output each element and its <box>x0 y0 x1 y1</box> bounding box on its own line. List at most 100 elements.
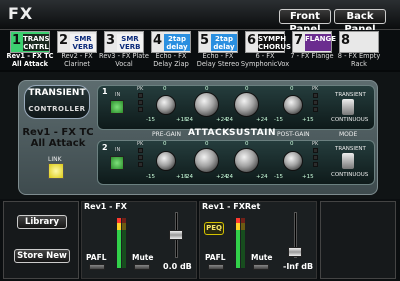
tick-label: +15 <box>302 117 314 123</box>
slot-icon: 5 2tap delay <box>198 31 238 53</box>
channel-2-pk-label: PK <box>137 141 144 147</box>
rack-slot-4[interactable]: 4 2tap delay Echo - FX Delay Ziap <box>149 31 193 69</box>
fx-return-pafl-label: PAFL <box>205 253 226 262</box>
channel-1-led <box>138 100 143 105</box>
channel-2-in-label: IN <box>115 147 121 153</box>
rack-slot-2[interactable]: 2 SMR VERB Rev2 - FX Clarinet <box>55 31 99 69</box>
mode-transient-label: TRANSIENT <box>335 146 366 152</box>
peq-button[interactable]: PEQ <box>204 222 224 235</box>
tick-label: -24 <box>224 174 233 180</box>
channel-2-out-led <box>313 155 318 160</box>
fx-send-mute-label: Mute <box>132 253 154 262</box>
library-button[interactable]: Library <box>17 215 67 229</box>
fx-send-meter <box>122 218 126 268</box>
rack-slot-7[interactable]: 7 FLANGE 7 - FX Flange <box>290 31 336 69</box>
slot-icon: 4 2tap delay <box>151 31 191 53</box>
channel-2-pk-led <box>138 148 143 153</box>
fx-send-meter <box>117 218 121 268</box>
slot-label: 8 - FX Empty Rack <box>337 52 381 68</box>
channel-2-out-led <box>313 162 318 167</box>
tick-label: -15 <box>146 174 155 180</box>
fx-send-mute-button[interactable] <box>134 264 150 270</box>
channel-2-mode-switch[interactable] <box>342 153 354 169</box>
fx-return-mute-button[interactable] <box>253 264 269 270</box>
slot-icon: 3 SMR VERB <box>104 31 144 53</box>
channel-2-out-led <box>313 148 318 153</box>
slot-icon: 7 FLANGE <box>292 31 336 53</box>
tick-label: +24 <box>256 117 268 123</box>
channel-1-sustain-knob[interactable] <box>234 92 259 117</box>
library-panel <box>3 201 79 279</box>
pre-gain-label: PRE-GAIN <box>152 131 181 138</box>
store-new-button[interactable]: Store New <box>14 249 70 263</box>
rack-slot-3[interactable]: 3 SMR VERB Rev3 - FX Plate Vocal <box>99 31 149 69</box>
channel-2-post-gain-knob[interactable] <box>283 151 303 171</box>
rack-slot-5[interactable]: 5 2tap delay Echo - FX Delay Stereo <box>196 31 240 69</box>
tick-label: 0 <box>290 86 294 92</box>
mode-transient-label: TRANSIENT <box>335 92 366 98</box>
rack-slot-1[interactable]: 1 TRANS CNTRL Rev1 - FX TC All Attack <box>6 31 54 69</box>
channel-1-in-label: IN <box>115 92 121 98</box>
channel-1-pk-label: PK <box>312 86 319 92</box>
slot-icon: 6 SYMPH CHORUS <box>245 31 292 53</box>
channel-2-led <box>138 162 143 167</box>
slot-label: Echo - FX Delay Stereo <box>196 52 240 68</box>
channel-2-pre-gain-knob[interactable] <box>156 151 176 171</box>
slot-icon: 2 SMR VERB <box>57 31 97 53</box>
attack-label: ATTACK <box>188 128 230 138</box>
fx-return-meter <box>241 218 245 268</box>
fx-send-pafl-button[interactable] <box>89 264 105 270</box>
tick-label: 0 <box>205 141 209 147</box>
link-button[interactable] <box>48 163 64 179</box>
fx-send-fader-cap[interactable] <box>169 230 183 240</box>
fx-return-fader-cap[interactable] <box>288 247 302 257</box>
window-title: FX <box>8 4 34 23</box>
tick-label: -24 <box>184 117 193 123</box>
channel-1-attack-knob[interactable] <box>194 92 219 117</box>
slot-icon: 1 TRANS CNTRL <box>10 31 50 53</box>
tick-label: 0 <box>290 141 294 147</box>
rack-slot-8[interactable]: 8 8 - FX Empty Rack <box>337 31 381 69</box>
tick-label: -24 <box>224 117 233 123</box>
channel-2-sustain-knob[interactable] <box>234 148 259 173</box>
rack-slot-6[interactable]: 6 SYMPH CHORUS 6 - FX SymphonicVox <box>240 31 292 69</box>
sustain-label: SUSTAIN <box>229 128 277 138</box>
channel-1-in-button[interactable] <box>110 100 124 114</box>
channel-1-out-led <box>313 93 318 98</box>
fx-return-pafl-button[interactable] <box>208 264 224 270</box>
channel-2-attack-knob[interactable] <box>194 148 219 173</box>
slot-label: Rev3 - FX Plate Vocal <box>99 52 149 68</box>
channel-1-led <box>138 107 143 112</box>
tick-label: -15 <box>274 117 283 123</box>
slot-label: Rev1 - FX TC All Attack <box>6 52 54 68</box>
tick-label: +15 <box>302 174 314 180</box>
channel-2-pk-label: PK <box>312 141 319 147</box>
channel-1-out-led <box>313 107 318 112</box>
channel-1-number: 1 <box>102 87 108 96</box>
fx-send-pafl-label: PAFL <box>86 253 107 262</box>
channel-1-post-gain-knob[interactable] <box>283 95 303 115</box>
fx-return-meter <box>236 218 240 268</box>
channel-1-mode-switch[interactable] <box>342 99 354 115</box>
channel-1-pk-label: PK <box>137 86 144 92</box>
slot-label: 6 - FX SymphonicVox <box>240 52 290 68</box>
fx-return-mute-label: Mute <box>251 253 273 262</box>
channel-1-pre-gain-knob[interactable] <box>156 95 176 115</box>
tick-label: 0 <box>245 141 249 147</box>
tick-label: -15 <box>146 117 155 123</box>
slot-icon: 8 <box>339 31 379 53</box>
channel-1-out-led <box>313 100 318 105</box>
fx-return-level: -Inf dB <box>283 262 314 271</box>
fx-return-title: Rev1 - FXRet <box>202 202 261 211</box>
back-panel-button[interactable]: Back Panel <box>334 9 386 35</box>
mode-continuous-label: CONTINUOUS <box>331 117 369 123</box>
preset-name: Rev1 - FX TC All Attack <box>22 127 94 149</box>
empty-panel <box>320 201 396 279</box>
mode-continuous-label: CONTINUOUS <box>331 172 369 178</box>
front-panel-button[interactable]: Front Panel <box>279 9 331 35</box>
logo-bottom-text: CONTROLLER <box>28 105 86 113</box>
tick-label: -24 <box>184 174 193 180</box>
channel-2-number: 2 <box>102 143 108 152</box>
channel-2-in-button[interactable] <box>110 156 124 170</box>
tick-label: +24 <box>256 174 268 180</box>
